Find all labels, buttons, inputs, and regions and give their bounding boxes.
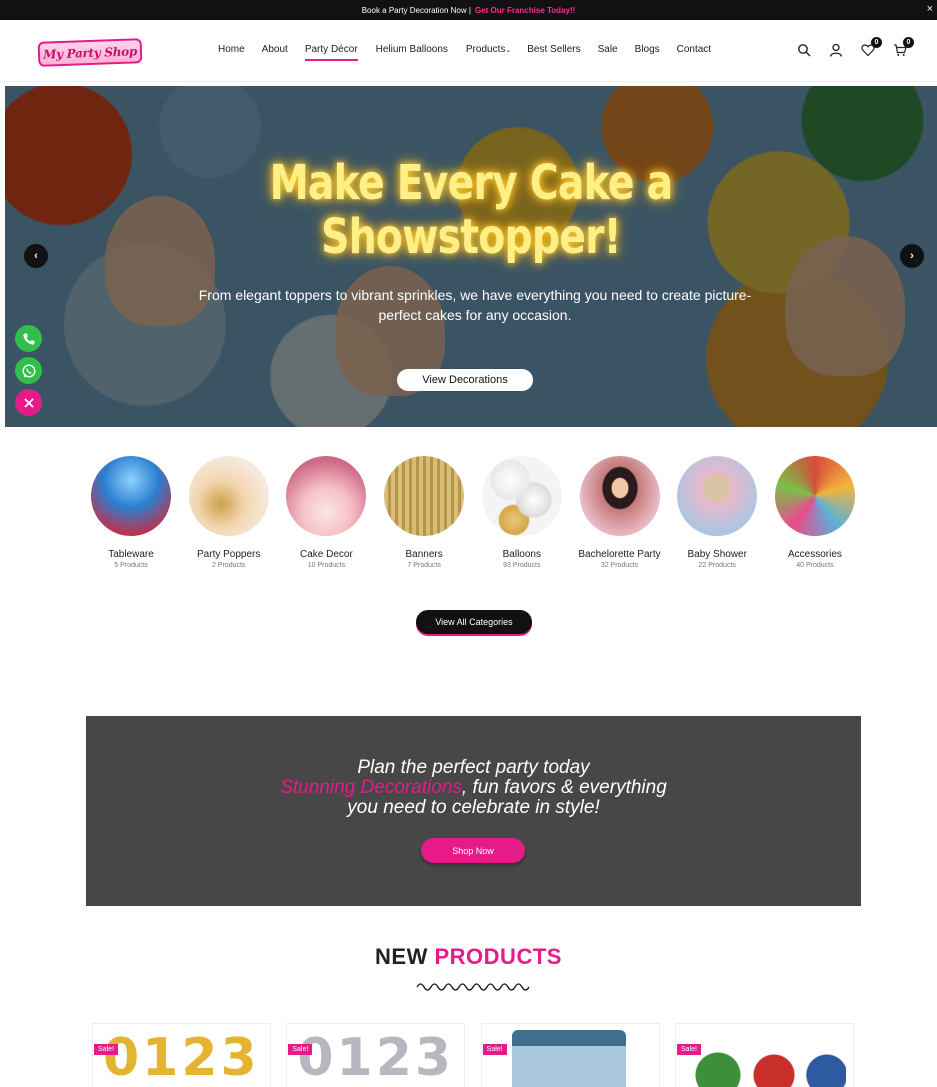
category-bachelorette-party[interactable]: Bachelorette Party 32 Products: [572, 456, 668, 569]
chevron-down-icon: ⌄: [505, 47, 512, 54]
category-count: 7 Products: [407, 562, 441, 569]
category-image: [384, 456, 465, 536]
nav-helium-balloons[interactable]: Helium Balloons: [376, 44, 448, 61]
category-balloons[interactable]: Balloons 93 Products: [474, 456, 570, 569]
promo-banner: Plan the perfect party today Stunning De…: [86, 716, 861, 906]
carousel-next-arrow-icon[interactable]: ›: [900, 244, 924, 268]
heading-pink: PRODUCTS: [434, 944, 562, 969]
product-card[interactable]: Sale!: [480, 1023, 660, 1087]
category-name: Tableware: [108, 549, 154, 560]
category-count: 40 Products: [796, 562, 834, 569]
category-image: [677, 456, 758, 536]
view-all-categories-button[interactable]: View All Categories: [416, 610, 532, 634]
category-image: [188, 456, 269, 536]
category-name: Baby Shower: [687, 549, 747, 560]
category-banners[interactable]: Banners 7 Products: [376, 456, 472, 569]
phone-call-icon[interactable]: [15, 325, 42, 352]
nav-products[interactable]: Products⌄: [466, 44, 511, 61]
main-nav: Home About Party Décor Helium Balloons P…: [218, 44, 711, 61]
category-name: Bachelorette Party: [578, 549, 661, 560]
account-icon[interactable]: [829, 43, 843, 57]
category-name: Accessories: [787, 549, 842, 560]
nav-blogs[interactable]: Blogs: [635, 44, 660, 61]
product-image-gold-number-balloons: 0123: [103, 1028, 260, 1087]
shop-now-button[interactable]: Shop Now: [421, 838, 525, 863]
category-count: 93 Products: [503, 562, 541, 569]
category-name: Balloons: [502, 549, 541, 560]
category-name: Party Poppers: [197, 549, 261, 560]
close-contact-icon[interactable]: [15, 389, 42, 416]
category-baby-shower[interactable]: Baby Shower 22 Products: [669, 456, 765, 569]
promo-text: Plan the perfect party today Stunning De…: [86, 758, 861, 818]
nav-home[interactable]: Home: [218, 44, 245, 61]
category-count: 2 Products: [211, 562, 246, 569]
category-count: 32 Products: [600, 562, 639, 569]
logo[interactable]: My Party Shop: [37, 38, 143, 67]
product-image-superhero-candles: [685, 1040, 846, 1087]
category-party-poppers[interactable]: Party Poppers 2 Products: [181, 456, 277, 569]
hero-subtitle: From elegant toppers to vibrant sprinkle…: [198, 287, 752, 323]
promo-line2-highlight: Stunning Decorations: [280, 777, 462, 798]
category-count: 10 Products: [307, 562, 346, 569]
search-icon[interactable]: [797, 43, 811, 57]
category-count: 22 Products: [698, 562, 736, 569]
product-image-silver-number-balloons: 0123: [297, 1028, 455, 1087]
wishlist-icon[interactable]: 0: [861, 37, 882, 57]
product-card[interactable]: Sale! 0123: [92, 1023, 271, 1087]
product-card[interactable]: Sale! 0123: [286, 1023, 466, 1087]
sale-badge: Sale!: [482, 1044, 507, 1055]
category-image: [774, 456, 855, 536]
category-count: 5 Products: [114, 562, 148, 569]
category-tableware[interactable]: Tableware 5 Products: [83, 456, 179, 569]
nav-contact[interactable]: Contact: [677, 44, 711, 61]
hero-banner: Make Every Cake a Showstopper! From eleg…: [5, 86, 937, 427]
product-image-packaged-item: [511, 1030, 626, 1087]
promo-line2: Stunning Decorations, fun favors & every…: [86, 778, 861, 798]
category-accessories[interactable]: Accessories 40 Products: [767, 456, 863, 569]
announcement-text: Book a Party Decoration Now |: [361, 5, 471, 15]
promo-line3: you need to celebrate in style!: [347, 797, 600, 818]
wishlist-count-badge: 0: [871, 37, 882, 48]
category-cake-decor[interactable]: Cake Decor 10 Products: [278, 456, 374, 569]
hero-title: Make Every Cake a Showstopper!: [89, 156, 853, 264]
heading-black: NEW: [375, 944, 428, 969]
hero-title-line1: Make Every Cake a: [269, 155, 674, 211]
site-header: My Party Shop Home About Party Décor Hel…: [0, 20, 937, 82]
category-image: [91, 456, 171, 536]
category-name: Cake Decor: [300, 549, 353, 560]
announcement-bar: Book a Party Decoration Now | Get Our Fr…: [0, 0, 937, 20]
view-decorations-button[interactable]: View Decorations: [397, 369, 533, 391]
nav-sale[interactable]: Sale: [598, 44, 618, 61]
cart-icon[interactable]: 0: [893, 37, 914, 57]
nav-products-label: Products: [465, 44, 506, 55]
nav-party-decor[interactable]: Party Décor: [304, 44, 358, 61]
promo-line2-rest: , fun favors & everything: [461, 777, 667, 798]
squiggle-divider-icon: [416, 983, 530, 991]
whatsapp-icon[interactable]: [15, 357, 42, 384]
hero-title-line2: Showstopper!: [321, 209, 621, 265]
cart-count-badge: 0: [903, 37, 914, 48]
category-image: [481, 456, 562, 536]
close-icon[interactable]: ×: [927, 3, 933, 15]
promo-line1: Plan the perfect party today: [357, 757, 590, 778]
sale-badge: Sale!: [676, 1044, 701, 1055]
product-card[interactable]: Sale!: [674, 1023, 854, 1087]
sale-badge: Sale!: [94, 1044, 118, 1055]
category-list: Tableware 5 Products Party Poppers 2 Pro…: [83, 456, 863, 569]
carousel-prev-arrow-icon[interactable]: ‹: [24, 244, 48, 268]
nav-best-sellers[interactable]: Best Sellers: [527, 44, 580, 61]
category-image: [286, 456, 367, 536]
new-products-heading: NEW PRODUCTS: [0, 944, 937, 970]
category-name: Banners: [405, 549, 443, 560]
category-image: [579, 456, 660, 536]
franchise-link[interactable]: Get Our Franchise Today!!: [475, 6, 575, 15]
header-icons: 0 0: [797, 37, 914, 57]
product-grid: Sale! 0123 Sale! 0123 Sale! Sale!: [92, 1023, 854, 1087]
sale-badge: Sale!: [288, 1044, 313, 1055]
nav-about[interactable]: About: [262, 44, 288, 61]
